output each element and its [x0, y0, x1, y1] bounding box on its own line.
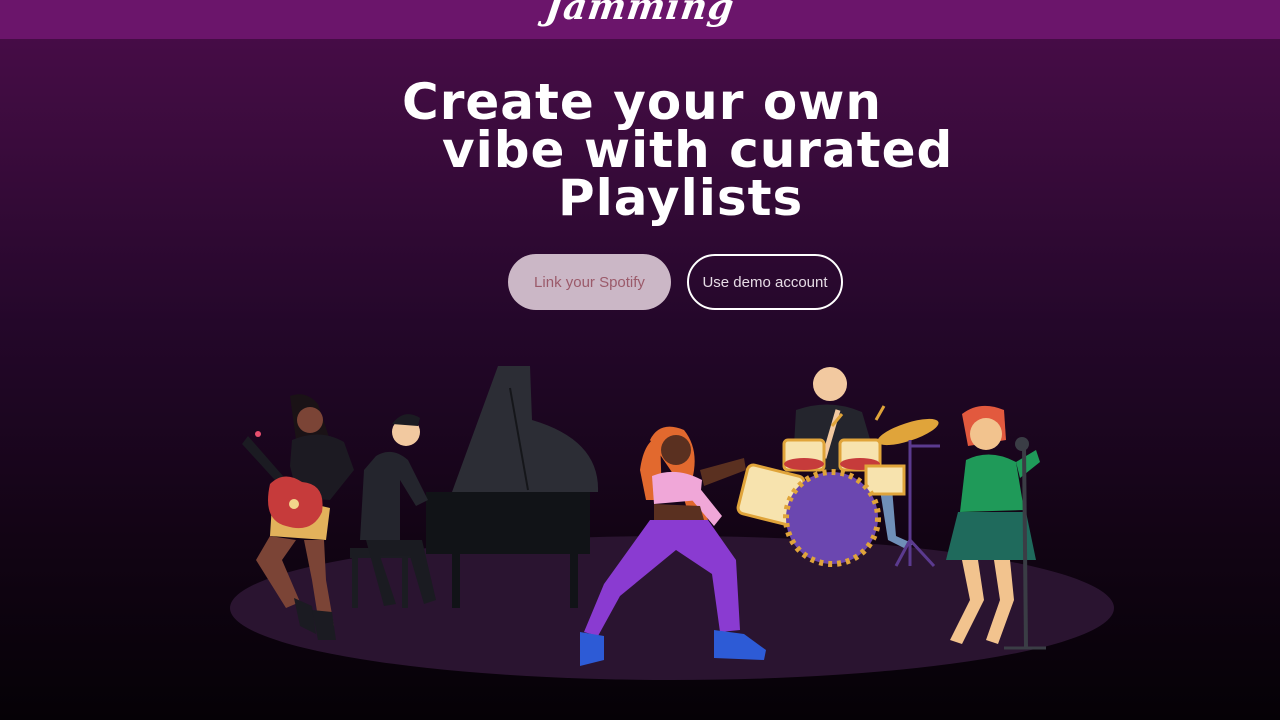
band-illustration: [230, 366, 1114, 680]
